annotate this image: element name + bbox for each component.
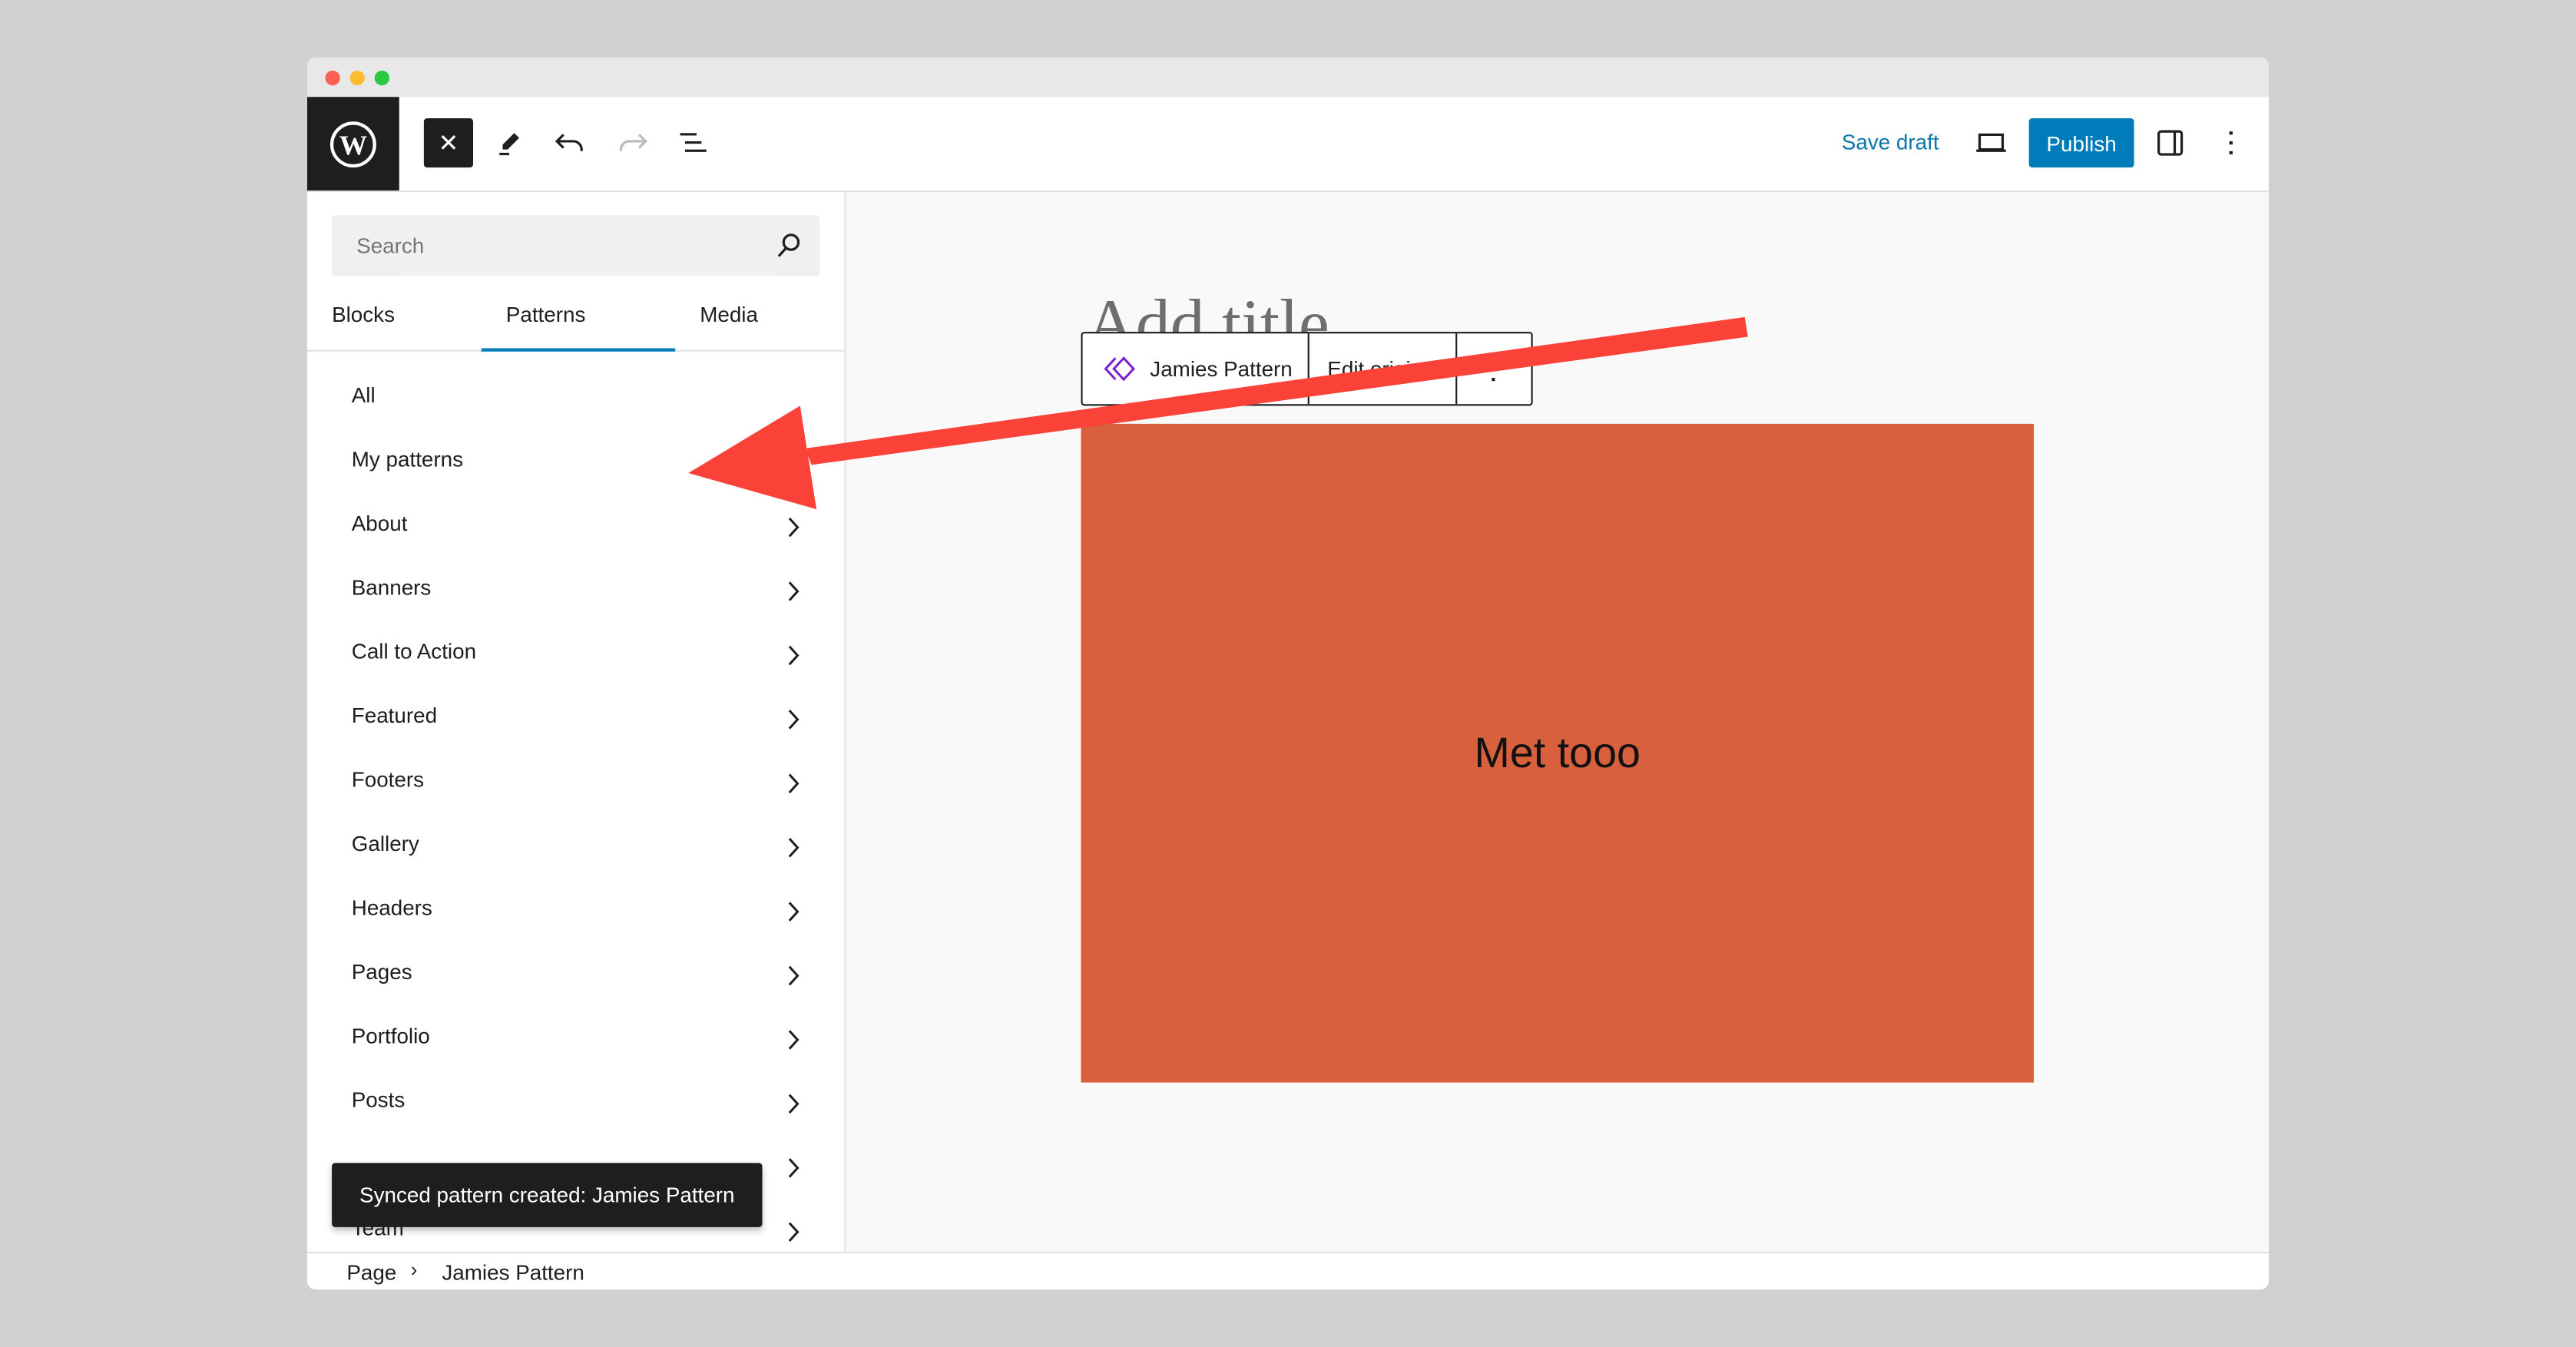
- annotation-arrow: [688, 316, 1748, 510]
- arrow-head: [688, 405, 817, 510]
- arrow-shaft: [805, 316, 1748, 465]
